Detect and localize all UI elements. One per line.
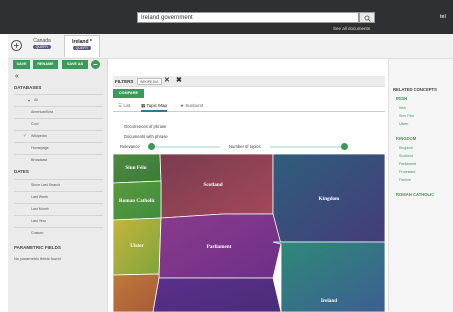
top-bar: Ireland government See all documents tel	[0, 0, 453, 34]
treemap-label-roman-catholic: Roman Catholic	[119, 198, 156, 204]
treemap-label-ulster: Ulster	[130, 243, 144, 249]
date-option-label: Last Week	[31, 195, 48, 199]
concept-item[interactable]: Protestant	[399, 170, 415, 174]
tab-topic-map[interactable]: ▦ Topic Map	[141, 103, 167, 112]
database-item-cool[interactable]: Cool	[14, 118, 103, 130]
concept-item[interactable]: Famine	[399, 178, 411, 182]
add-query-button[interactable]	[11, 40, 22, 51]
treemap-cell-unlabeled-orange[interactable]	[113, 273, 160, 312]
checkmark-icon: ✓	[23, 133, 28, 139]
relevance-label: Relevance	[120, 144, 140, 149]
treemap-label-sinn-fein: Sinn Féin	[125, 165, 146, 171]
database-item-americanflora[interactable]: Americanflora	[14, 106, 103, 118]
date-option-label: Last Month	[31, 207, 49, 211]
query-badge: QUERY	[32, 45, 52, 49]
plus-icon	[14, 43, 19, 48]
database-item-all[interactable]: ▾ All	[14, 94, 103, 106]
database-item-label: Homepage	[31, 146, 49, 150]
search-input[interactable]: Ireland government	[137, 12, 359, 23]
remove-filter-icon[interactable]: ✕	[164, 77, 170, 84]
tab-list[interactable]: ☰ List	[118, 103, 130, 112]
database-item-label: Broadcast	[31, 158, 48, 162]
relevance-slider-track[interactable]	[150, 146, 220, 148]
search-button[interactable]	[359, 12, 375, 23]
dates-heading: DATES	[14, 169, 29, 174]
user-menu[interactable]: tel	[440, 14, 446, 20]
date-option-since-last-search[interactable]: Since Last Search	[14, 179, 103, 191]
treemap-label-parliament: Parliament	[207, 244, 232, 250]
database-item-broadcast[interactable]: Broadcast	[14, 154, 103, 166]
collapse-sidebar-icon[interactable]: «	[15, 73, 19, 80]
date-option-last-year[interactable]: Last Year	[14, 215, 103, 227]
occurrences-option[interactable]: Occurrences of phrase	[124, 124, 166, 129]
save-as-button[interactable]: SAVE AS	[62, 60, 88, 69]
concept-group-irish[interactable]: IRISH	[396, 96, 407, 101]
clear-filters-icon[interactable]: ✖	[176, 77, 182, 84]
database-item-wikipedia[interactable]: ✓ Wikipedia	[14, 130, 103, 142]
chevron-down-icon: ▾	[28, 98, 31, 103]
query-tab-ireland[interactable]: Ireland * QUERY	[64, 35, 100, 57]
left-sidebar: SAVE RENAME SAVE AS « DATABASES ▾ All Am…	[8, 59, 108, 312]
more-options-button[interactable]	[91, 60, 100, 69]
app-window: Ireland government See all documents tel…	[0, 0, 453, 312]
database-item-label: All	[34, 98, 38, 102]
parametric-empty-message: No parametric fields found	[14, 256, 61, 261]
topics-slider-handle[interactable]	[341, 143, 348, 150]
query-tab-name: Canada	[33, 38, 51, 44]
concept-item[interactable]: Sinn Féin	[399, 114, 414, 118]
rename-button[interactable]: RENAME	[33, 60, 58, 69]
list-icon: ☰	[118, 103, 123, 108]
treemap-cell-unlabeled-purple[interactable]	[152, 277, 282, 312]
filters-label: FILTERS	[115, 79, 134, 84]
concept-item[interactable]: Parliament	[399, 162, 416, 166]
filter-chip-wikipedia: WIKIPEDIA	[137, 78, 162, 85]
date-option-custom[interactable]: Custom	[14, 227, 103, 239]
query-badge: QUERY	[72, 46, 92, 50]
filters-bar: FILTERS WIKIPEDIA ✕ ✖	[113, 76, 385, 87]
database-item-label: Wikipedia	[31, 134, 47, 138]
tab-label: Topic Map	[146, 103, 167, 108]
query-tab-name: Ireland *	[72, 39, 92, 45]
search-query-text: Ireland government	[141, 15, 193, 21]
concept-item[interactable]: Kingdom	[399, 146, 413, 150]
date-option-last-week[interactable]: Last Week	[14, 191, 103, 203]
save-button[interactable]: SAVE	[13, 60, 30, 69]
search-icon	[364, 15, 371, 22]
date-option-last-month[interactable]: Last Month	[14, 203, 103, 215]
treemap-label-ireland: Ireland	[321, 298, 337, 304]
tab-sunburst[interactable]: ★ Sunburst	[180, 103, 203, 112]
minus-icon	[93, 64, 98, 65]
see-all-documents-link[interactable]: See all documents	[333, 26, 370, 31]
date-option-label: Since Last Search	[31, 183, 61, 187]
topics-slider-track[interactable]	[270, 146, 344, 148]
relevance-slider-handle[interactable]	[148, 143, 155, 150]
query-tabs-bar: Canada QUERY Ireland * QUERY	[8, 34, 453, 59]
databases-heading: DATABASES	[14, 85, 42, 90]
topics-label: Number of topics	[229, 144, 261, 149]
date-option-label: Last Year	[31, 219, 46, 223]
compare-button[interactable]: COMPARE	[113, 89, 144, 98]
related-concepts-heading: RELATED CONCEPTS	[393, 87, 437, 92]
concept-item[interactable]: Scotland	[399, 154, 413, 158]
tab-label: List	[123, 103, 131, 108]
query-tab-canada[interactable]: Canada QUERY	[28, 35, 56, 57]
date-option-label: Custom	[31, 231, 44, 235]
concept-item[interactable]: Ulster	[399, 122, 408, 126]
concept-item[interactable]: Irish	[399, 106, 406, 110]
tab-label: Sunburst	[185, 103, 204, 108]
parametric-fields-heading: PARAMETRIC FIELDS	[14, 245, 61, 250]
treemap-label-kingdom: Kingdom	[319, 196, 340, 202]
grid-icon: ▦	[141, 103, 146, 108]
query-action-buttons: SAVE RENAME SAVE AS	[8, 59, 108, 71]
concept-group-roman-catholic[interactable]: ROMAN CATHOLIC	[396, 192, 434, 197]
star-icon: ★	[180, 103, 185, 108]
topic-map: Sinn Féin Scotland Kingdom Roman Catholi…	[113, 154, 385, 312]
database-item-label: Cool	[31, 122, 39, 126]
documents-option[interactable]: Documents with phrase	[124, 134, 168, 139]
database-item-homepage[interactable]: Homepage	[14, 142, 103, 154]
treemap-label-scotland: Scotland	[203, 182, 222, 188]
concept-group-kingdom[interactable]: KINGDOM	[396, 136, 416, 141]
view-tabs: ☰ List ▦ Topic Map ★ Sunburst	[113, 101, 385, 112]
database-item-label: Americanflora	[31, 110, 54, 114]
